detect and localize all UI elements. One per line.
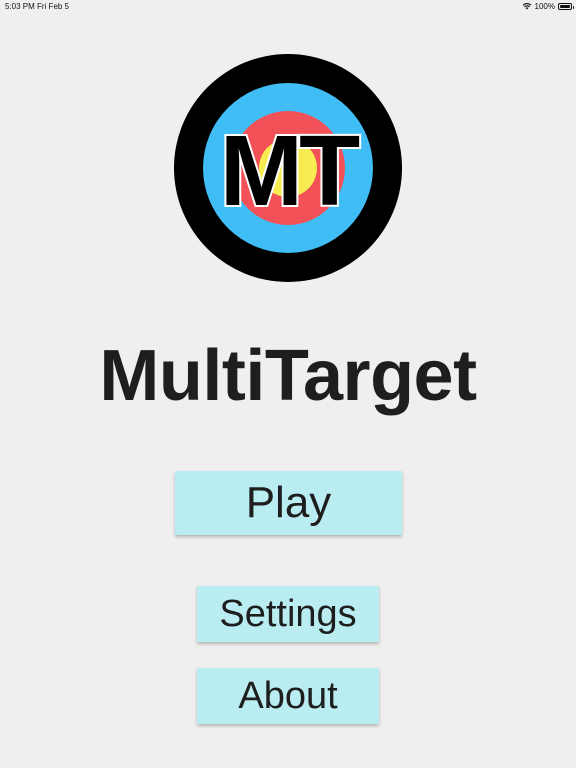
status-time: 5:03 PM <box>5 2 35 11</box>
status-indicators: 100% <box>522 1 574 12</box>
battery-icon <box>558 3 574 10</box>
play-button[interactable]: Play <box>175 471 402 535</box>
settings-button[interactable]: Settings <box>197 586 379 642</box>
status-date: Fri Feb 5 <box>37 2 70 11</box>
app-title: MultiTarget <box>99 336 477 416</box>
wifi-icon <box>522 2 532 12</box>
battery-percent: 100% <box>534 2 555 11</box>
app-logo: MT <box>174 54 402 282</box>
status-bar: 5:03 PM Fri Feb 5 100% <box>0 0 576 14</box>
archery-target-icon: MT <box>174 54 402 282</box>
battery-fill <box>560 5 570 8</box>
about-button[interactable]: About <box>197 668 379 724</box>
logo-letters: MT <box>220 115 360 227</box>
